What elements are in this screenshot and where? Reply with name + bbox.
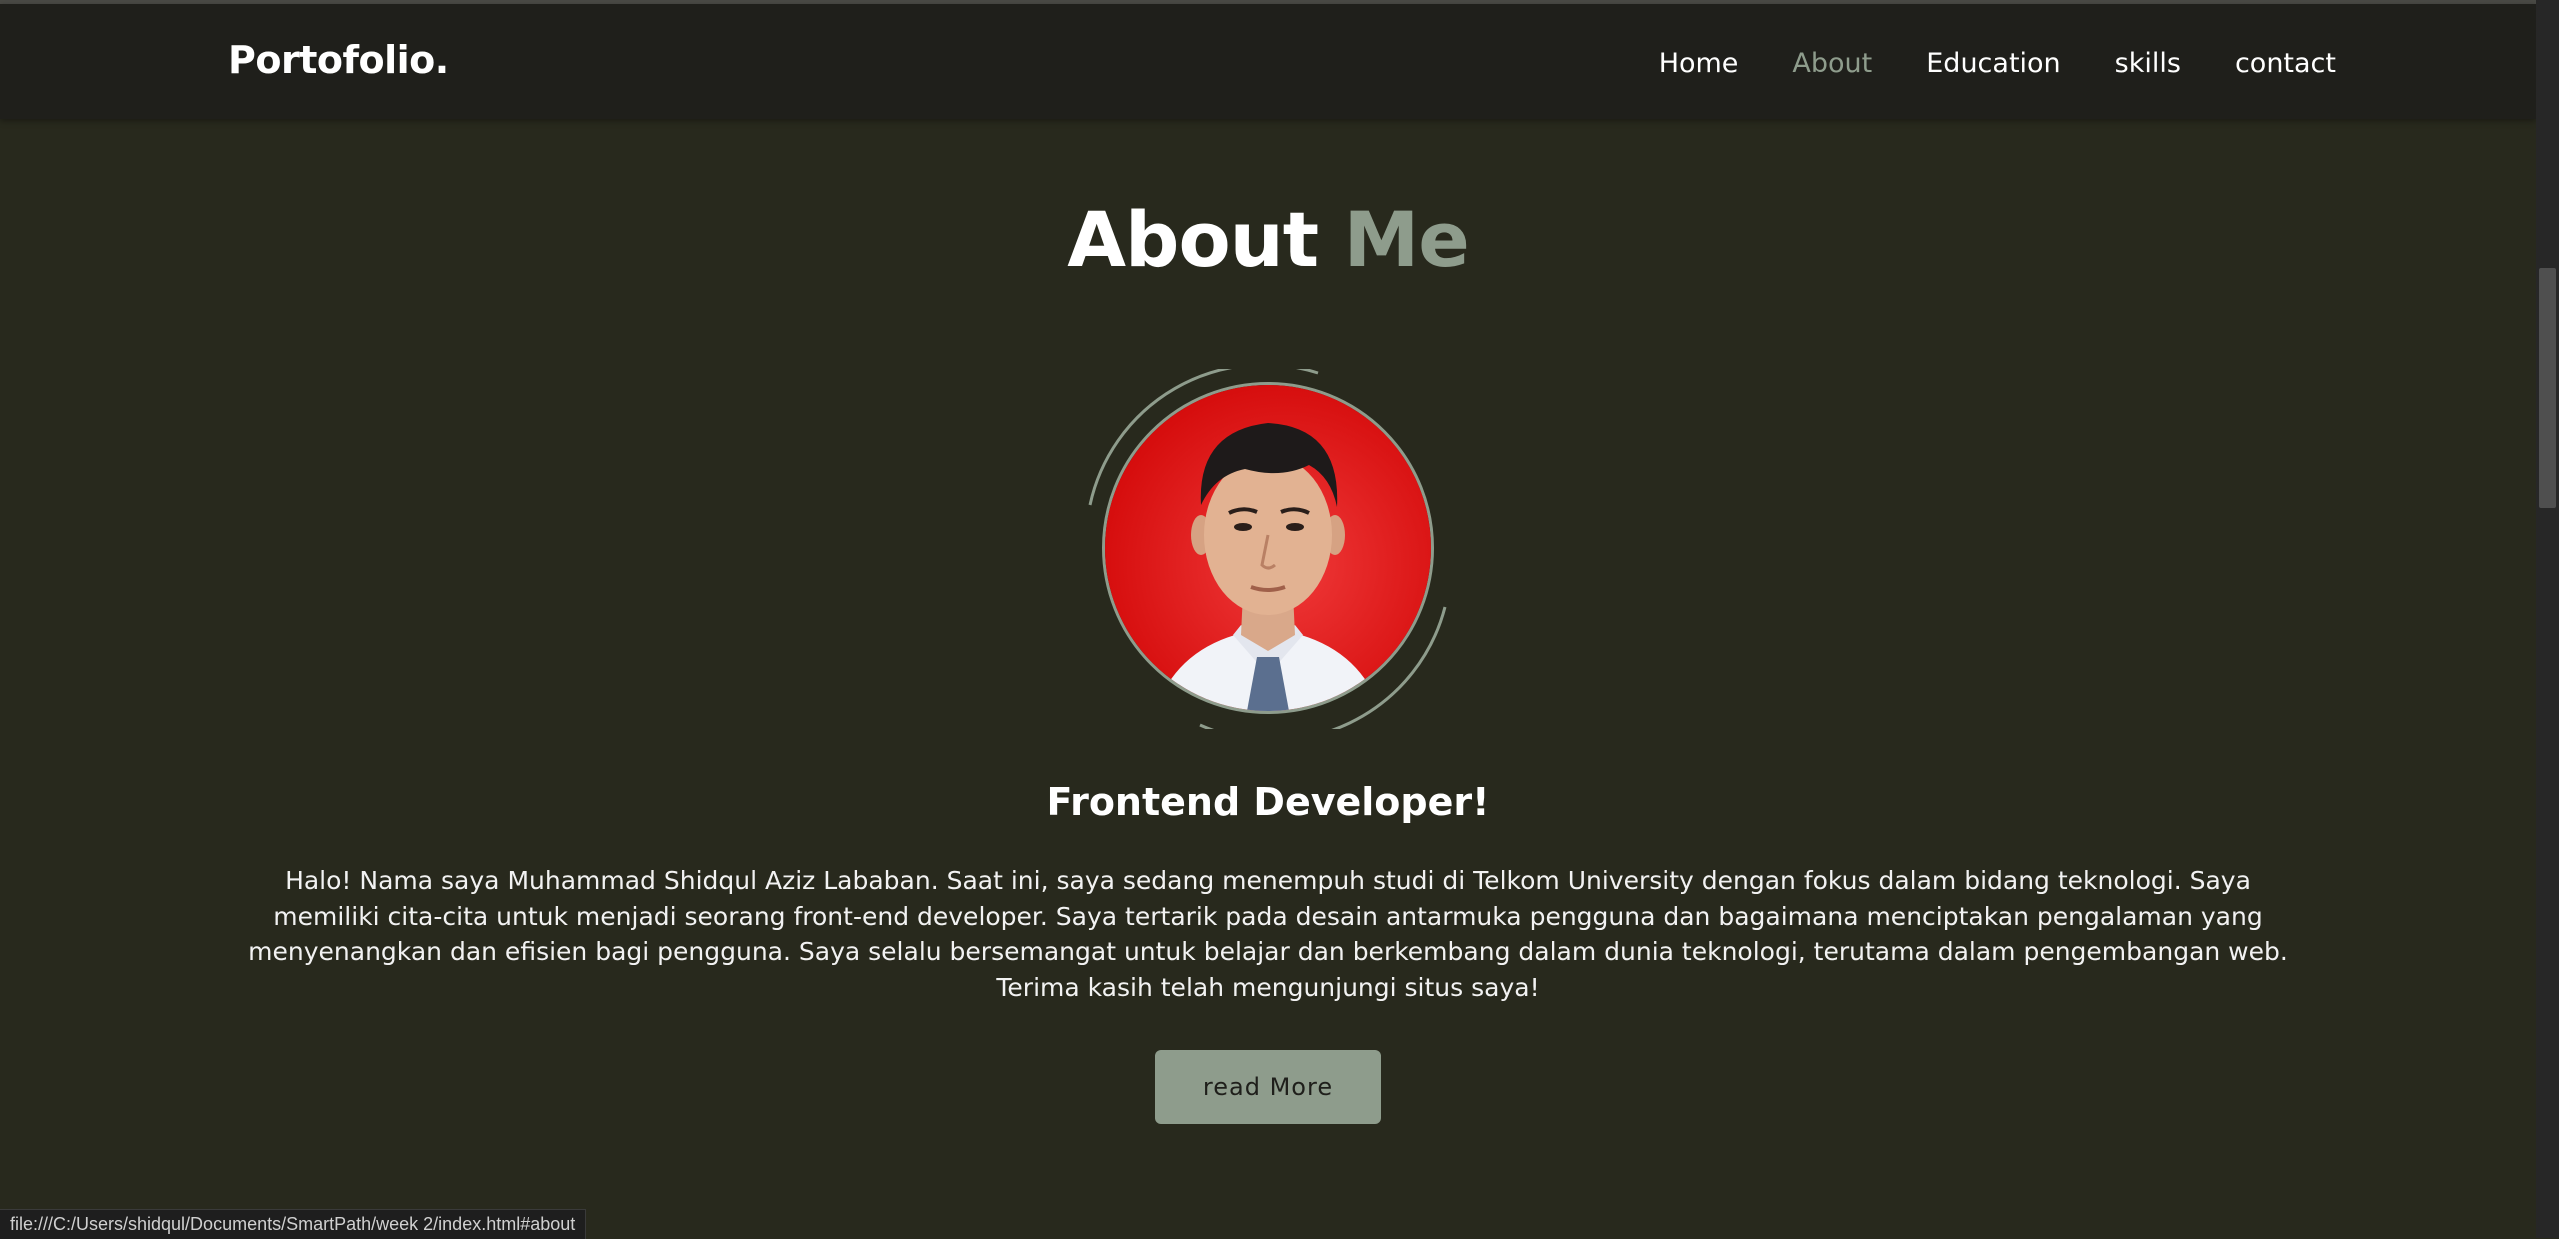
nav-item-home[interactable]: Home (1659, 48, 1739, 79)
about-description: Halo! Nama saya Muhammad Shidqul Aziz La… (248, 866, 2288, 1002)
role-subtitle: Frontend Developer! (1046, 780, 1490, 824)
navbar: Portofolio. Home About Education skills … (0, 4, 2536, 119)
browser-status-url: file:///C:/Users/shidqul/Documents/Smart… (0, 1209, 587, 1239)
section-heading: About Me (0, 195, 2536, 284)
brand-logo[interactable]: Portofolio. (228, 38, 449, 82)
heading-accent-text: Me (1343, 195, 1470, 284)
heading-main-text: About (1067, 195, 1319, 284)
read-more-button[interactable]: read More (1155, 1050, 1381, 1124)
person-portrait-icon (1105, 385, 1431, 711)
nav-item-skills[interactable]: skills (2115, 48, 2181, 79)
profile-photo (1102, 382, 1434, 714)
nav-item-contact[interactable]: contact (2235, 48, 2336, 79)
scrollbar-track[interactable] (2536, 0, 2559, 1238)
scrollbar-thumb[interactable] (2539, 268, 2556, 508)
nav-item-education[interactable]: Education (1926, 48, 2060, 79)
profile-photo-frame (1088, 369, 1448, 729)
nav-item-about[interactable]: About (1792, 48, 1872, 79)
about-section: About Me Frontend Developer! Halo! Nama … (0, 119, 2536, 1238)
nav-menu: Home About Education skills contact (1605, 48, 2336, 79)
